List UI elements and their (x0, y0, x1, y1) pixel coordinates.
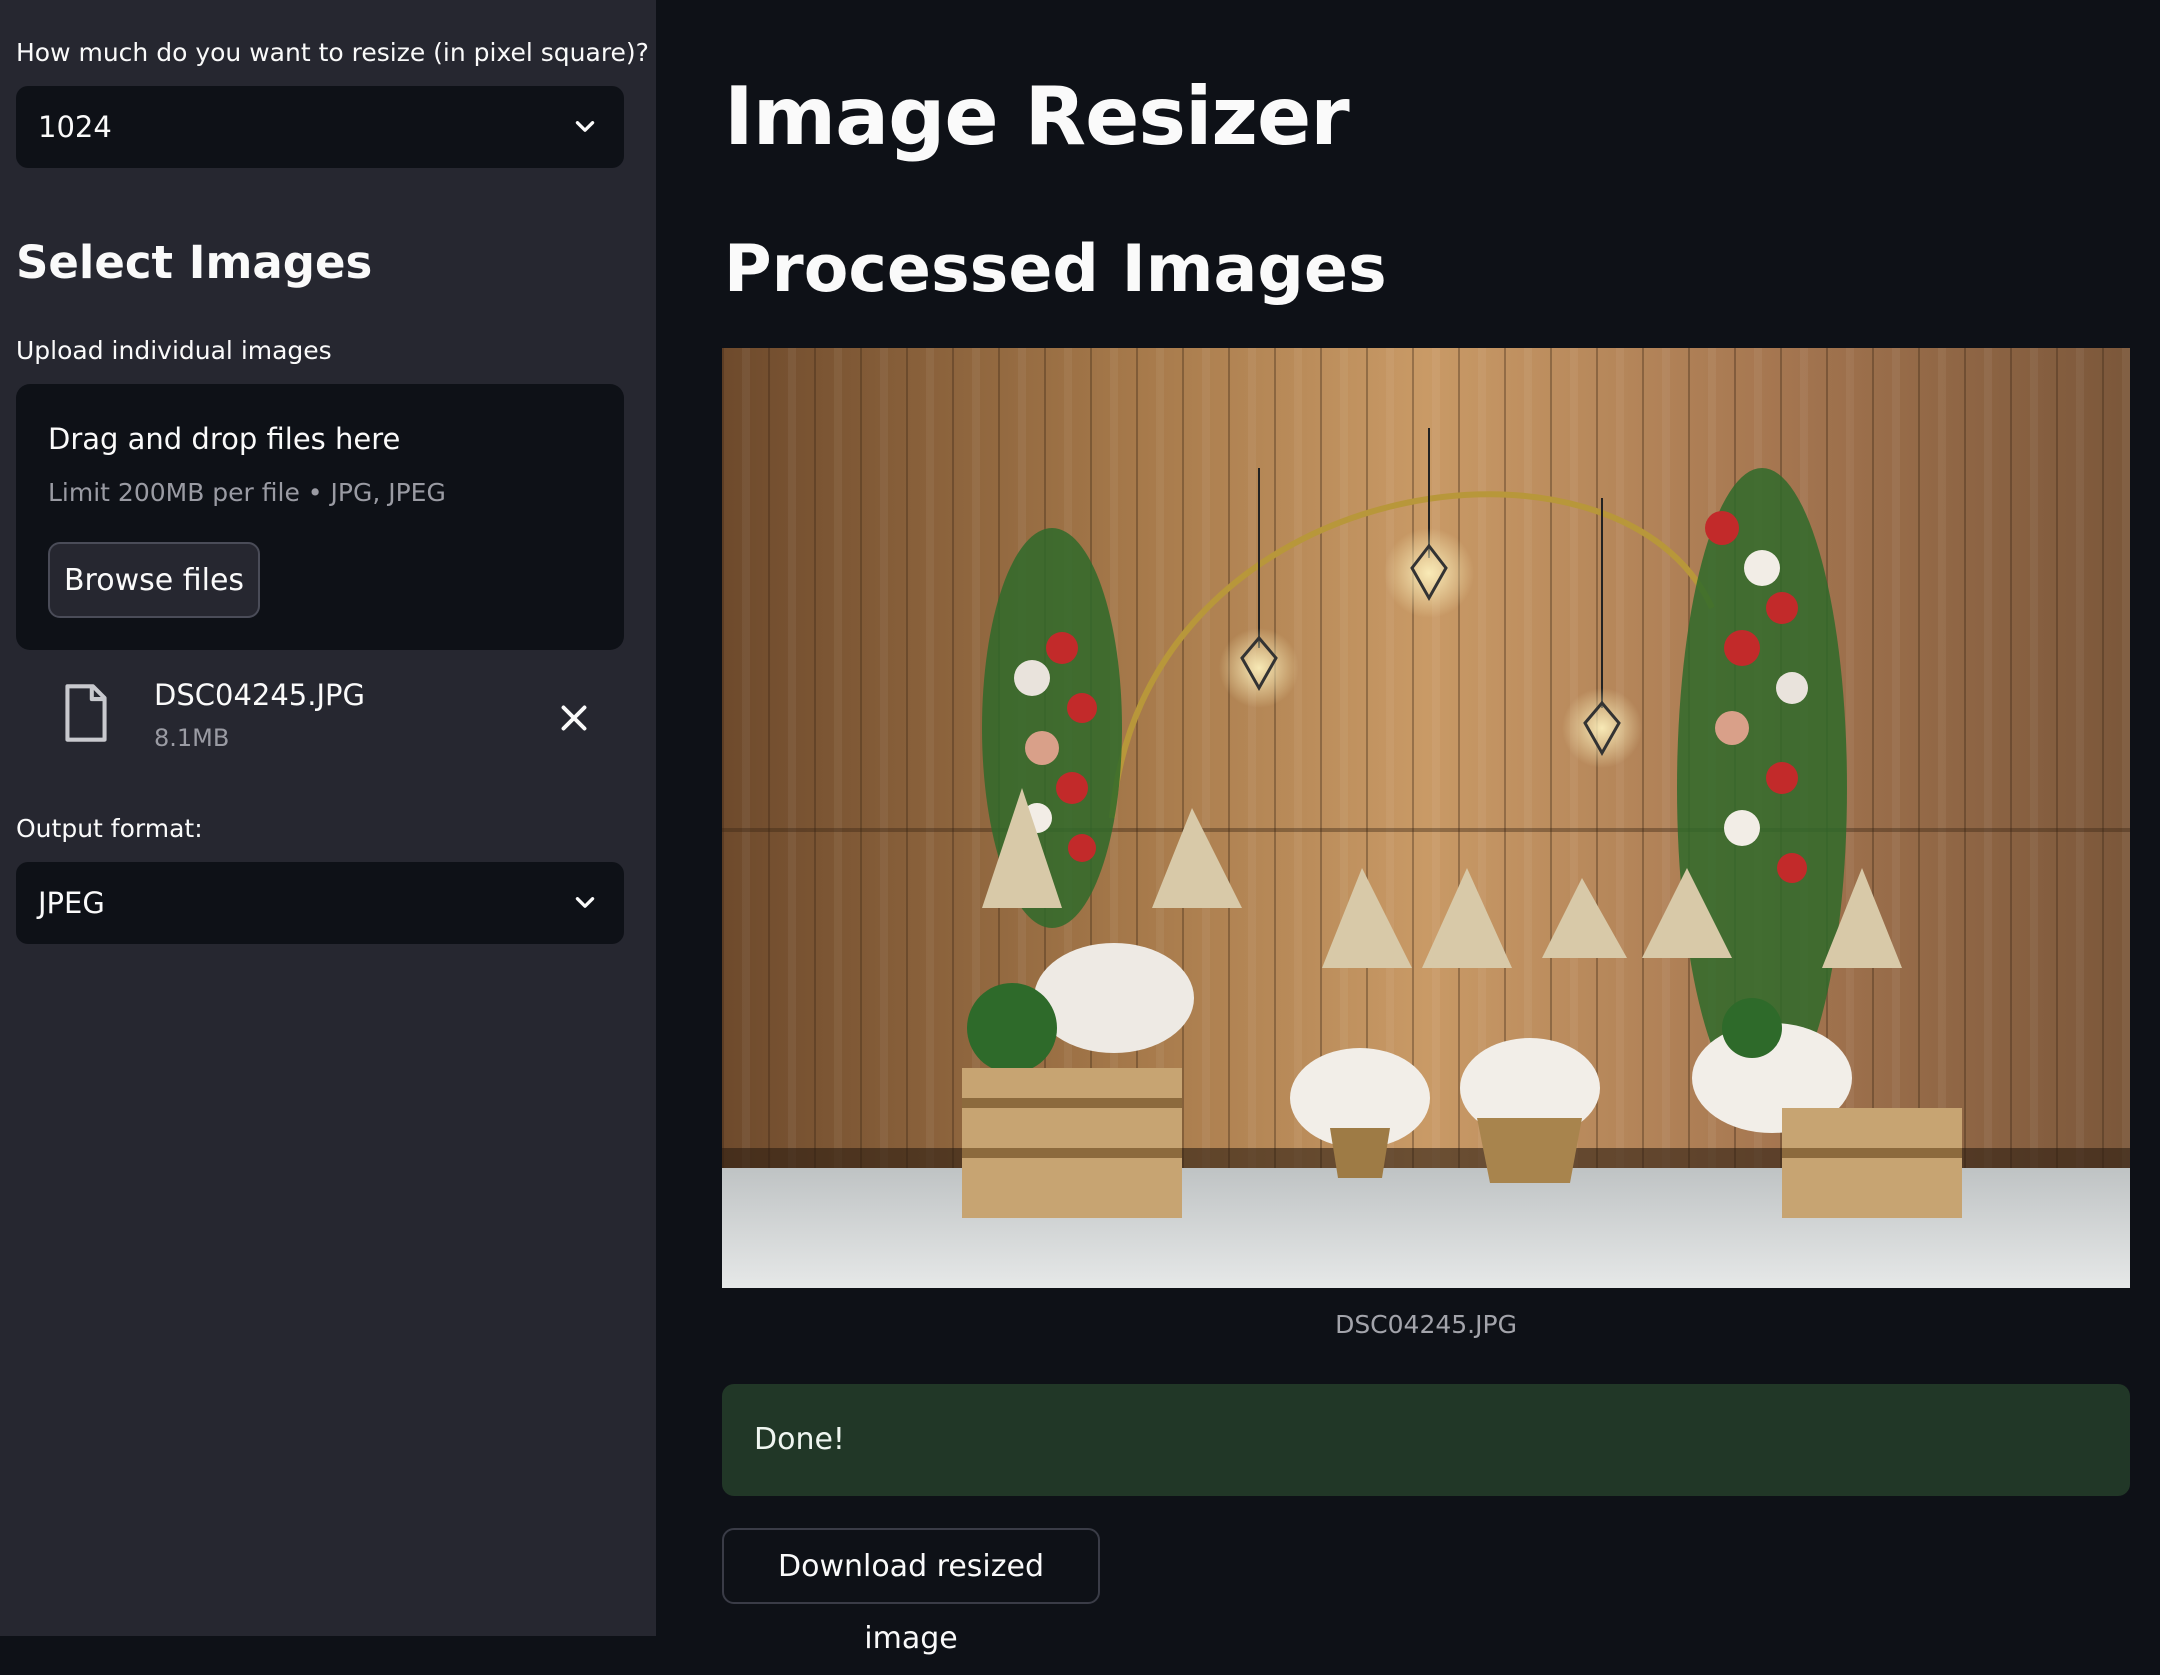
uploaded-file-size: 8.1MB (154, 724, 230, 752)
browse-files-button[interactable]: Browse files (48, 542, 260, 618)
uploaded-file-name: DSC04245.JPG (154, 678, 365, 712)
file-icon (65, 684, 107, 742)
page-title: Image Resizer (724, 70, 1350, 163)
resize-select-value: 1024 (38, 110, 112, 144)
output-format-label: Output format: (16, 814, 203, 843)
resize-label: How much do you want to resize (in pixel… (16, 38, 649, 67)
image-caption: DSC04245.JPG (1335, 1310, 1517, 1339)
success-alert: Done! (722, 1384, 2130, 1496)
processed-image (722, 348, 2130, 1288)
dropzone-limit: Limit 200MB per file • JPG, JPEG (48, 478, 446, 507)
output-format-select[interactable]: JPEG (16, 862, 624, 944)
download-resized-image-button[interactable]: Download resized image (722, 1528, 1100, 1656)
chevron-down-icon (575, 897, 595, 908)
success-message: Done! (754, 1422, 845, 1457)
section-title: Select Images (16, 236, 373, 289)
resize-select[interactable]: 1024 (16, 86, 624, 168)
output-format-value: JPEG (38, 886, 105, 920)
dropzone-title: Drag and drop files here (48, 422, 401, 456)
processed-images-heading: Processed Images (724, 232, 1387, 307)
close-icon[interactable] (556, 700, 592, 736)
main-content: Image Resizer Processed Images DSC04245.… (656, 0, 2160, 1656)
uploaded-file-item: DSC04245.JPG 8.1MB (16, 670, 624, 780)
sidebar: How much do you want to resize (in pixel… (0, 0, 656, 1636)
processed-image-graphic (722, 348, 2130, 1288)
file-dropzone[interactable]: Drag and drop files here Limit 200MB per… (16, 384, 624, 650)
chevron-down-icon (575, 121, 595, 132)
upload-label: Upload individual images (16, 336, 332, 365)
